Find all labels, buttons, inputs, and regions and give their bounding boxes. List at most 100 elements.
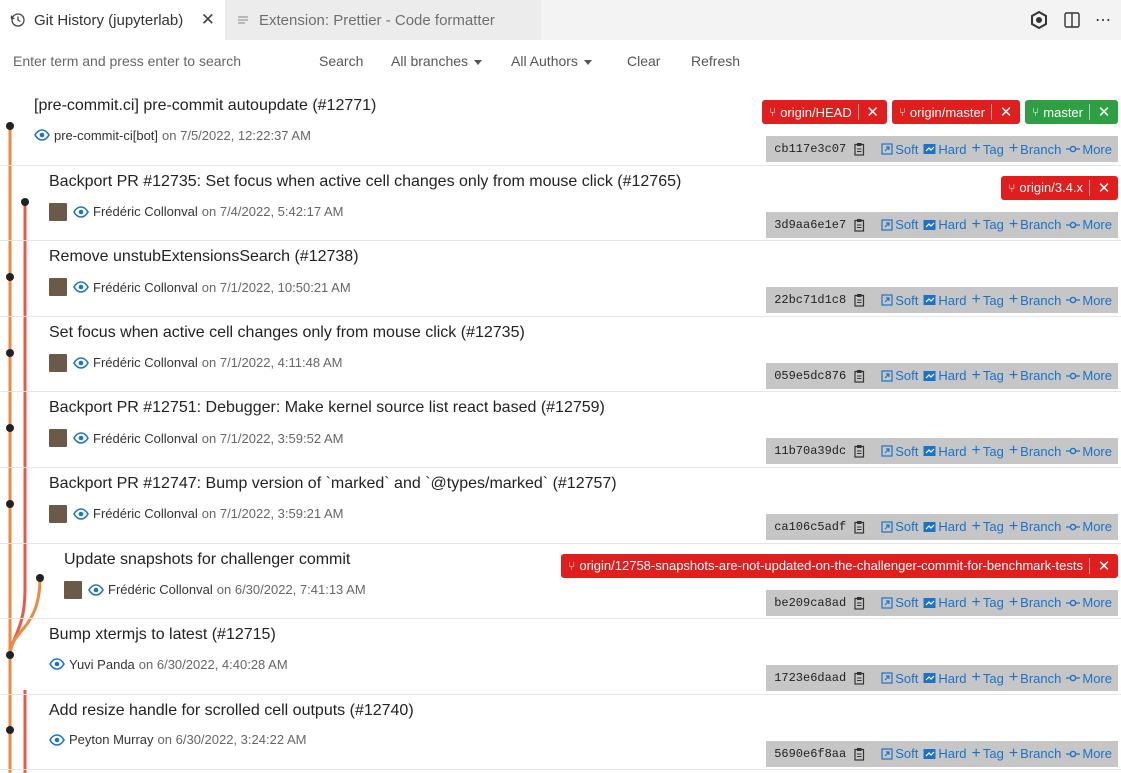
more-actions-icon[interactable]: ⋯ — [1095, 10, 1111, 30]
commit-hash[interactable]: 11b70a39dc — [774, 444, 846, 458]
more-button[interactable]: More — [1066, 746, 1112, 761]
add-tag-button[interactable]: + Tag — [972, 367, 1004, 385]
commit-author[interactable]: Frédéric Collonval — [93, 431, 198, 446]
commit-author[interactable]: Yuvi Panda — [69, 657, 135, 672]
commit-row[interactable]: Set focus when active cell changes only … — [0, 317, 1121, 393]
commit-author[interactable]: Frédéric Collonval — [93, 506, 198, 521]
create-branch-button[interactable]: + Branch — [1009, 518, 1062, 536]
commit-hash[interactable]: 22bc71d1c8 — [774, 293, 846, 307]
more-button[interactable]: More — [1066, 595, 1112, 610]
commit-author[interactable]: Frédéric Collonval — [93, 204, 198, 219]
hard-reset-button[interactable]: Hard — [923, 519, 967, 534]
add-tag-button[interactable]: + Tag — [972, 594, 1004, 612]
eye-icon[interactable] — [34, 127, 50, 143]
soft-reset-button[interactable]: Soft — [881, 519, 918, 534]
more-button[interactable]: More — [1066, 142, 1112, 157]
copy-hash-icon[interactable] — [852, 293, 866, 307]
soft-reset-button[interactable]: Soft — [881, 595, 918, 610]
commit-hash[interactable]: cb117e3c07 — [774, 142, 846, 156]
soft-reset-button[interactable]: Soft — [881, 142, 918, 157]
add-tag-button[interactable]: + Tag — [972, 216, 1004, 234]
hard-reset-button[interactable]: Hard — [923, 671, 967, 686]
commit-hash[interactable]: 5690e6f8aa — [774, 747, 846, 761]
add-tag-button[interactable]: + Tag — [972, 140, 1004, 158]
eye-icon[interactable] — [88, 582, 104, 598]
copy-hash-icon[interactable] — [852, 369, 866, 383]
git-graph-icon[interactable] — [1029, 10, 1049, 30]
eye-icon[interactable] — [73, 204, 89, 220]
copy-hash-icon[interactable] — [852, 596, 866, 610]
search-input[interactable]: Enter term and press enter to search — [13, 53, 241, 69]
clear-button[interactable]: Clear — [627, 53, 660, 69]
soft-reset-button[interactable]: Soft — [881, 293, 918, 308]
branches-dropdown[interactable]: All branches — [391, 53, 483, 69]
soft-reset-button[interactable]: Soft — [881, 217, 918, 232]
delete-branch-icon[interactable]: ✕ — [992, 103, 1020, 121]
create-branch-button[interactable]: + Branch — [1009, 669, 1062, 687]
hard-reset-button[interactable]: Hard — [923, 217, 967, 232]
hard-reset-button[interactable]: Hard — [923, 444, 967, 459]
copy-hash-icon[interactable] — [852, 671, 866, 685]
add-tag-button[interactable]: + Tag — [972, 291, 1004, 309]
copy-hash-icon[interactable] — [852, 142, 866, 156]
create-branch-button[interactable]: + Branch — [1009, 367, 1062, 385]
hard-reset-button[interactable]: Hard — [923, 595, 967, 610]
commit-row[interactable]: Backport PR #12747: Bump version of `mar… — [0, 468, 1121, 544]
hard-reset-button[interactable]: Hard — [923, 746, 967, 761]
tab-git-history[interactable]: Git History (jupyterlab) ✕ — [0, 0, 225, 40]
eye-icon[interactable] — [73, 279, 89, 295]
create-branch-button[interactable]: + Branch — [1009, 594, 1062, 612]
commit-row[interactable]: [pre-commit.ci] pre-commit autoupdate (#… — [0, 90, 1121, 166]
commit-row[interactable]: Add resize handle for scrolled cell outp… — [0, 695, 1121, 771]
commit-hash[interactable]: 1723e6daad — [774, 671, 846, 685]
more-button[interactable]: More — [1066, 444, 1112, 459]
tab-extension-prettier[interactable]: Extension: Prettier - Code formatter — [225, 0, 541, 40]
commit-row[interactable]: Backport PR #12735: Set focus when activ… — [0, 166, 1121, 242]
authors-dropdown[interactable]: All Authors — [511, 53, 592, 69]
split-editor-icon[interactable] — [1063, 11, 1081, 29]
more-button[interactable]: More — [1066, 519, 1112, 534]
copy-hash-icon[interactable] — [852, 520, 866, 534]
more-button[interactable]: More — [1066, 671, 1112, 686]
commit-hash[interactable]: ca106c5adf — [774, 520, 846, 534]
add-tag-button[interactable]: + Tag — [972, 442, 1004, 460]
hard-reset-button[interactable]: Hard — [923, 293, 967, 308]
create-branch-button[interactable]: + Branch — [1009, 216, 1062, 234]
search-button[interactable]: Search — [319, 53, 363, 69]
branch-badge[interactable]: ⑂ origin/master ✕ — [891, 100, 1021, 124]
create-branch-button[interactable]: + Branch — [1009, 442, 1062, 460]
branch-badge[interactable]: ⑂ origin/12758-snapshots-are-not-updated-… — [561, 553, 1118, 578]
delete-branch-icon[interactable]: ✕ — [1090, 103, 1118, 121]
commit-author[interactable]: pre-commit-ci[bot] — [54, 128, 158, 143]
commit-row[interactable]: Remove unstubExtensionsSearch (#12738) Fr… — [0, 241, 1121, 317]
commit-row[interactable]: Update snapshots for challenger commit Fr… — [0, 544, 1121, 620]
eye-icon[interactable] — [73, 506, 89, 522]
soft-reset-button[interactable]: Soft — [881, 444, 918, 459]
hard-reset-button[interactable]: Hard — [923, 142, 967, 157]
hard-reset-button[interactable]: Hard — [923, 368, 967, 383]
branch-badge[interactable]: ⑂ master ✕ — [1025, 100, 1118, 124]
soft-reset-button[interactable]: Soft — [881, 671, 918, 686]
close-icon[interactable]: ✕ — [201, 10, 215, 30]
branch-badge[interactable]: ⑂ origin/3.4.x ✕ — [1001, 175, 1118, 200]
commit-author[interactable]: Frédéric Collonval — [93, 355, 198, 370]
commit-row[interactable]: Bump xtermjs to latest (#12715) Yuvi Pand… — [0, 619, 1121, 695]
delete-branch-icon[interactable]: ✕ — [1090, 557, 1118, 575]
eye-icon[interactable] — [49, 656, 65, 672]
more-button[interactable]: More — [1066, 217, 1112, 232]
branch-badge[interactable]: ⑂ origin/HEAD ✕ — [761, 100, 887, 124]
commit-hash[interactable]: be209ca8ad — [774, 596, 846, 610]
copy-hash-icon[interactable] — [852, 218, 866, 232]
delete-branch-icon[interactable]: ✕ — [859, 103, 887, 121]
eye-icon[interactable] — [49, 732, 65, 748]
copy-hash-icon[interactable] — [852, 444, 866, 458]
add-tag-button[interactable]: + Tag — [972, 669, 1004, 687]
create-branch-button[interactable]: + Branch — [1009, 140, 1062, 158]
commit-author[interactable]: Peyton Murray — [69, 732, 154, 747]
commit-hash[interactable]: 059e5dc876 — [774, 369, 846, 383]
more-button[interactable]: More — [1066, 293, 1112, 308]
add-tag-button[interactable]: + Tag — [972, 745, 1004, 763]
refresh-button[interactable]: Refresh — [691, 53, 740, 69]
soft-reset-button[interactable]: Soft — [881, 746, 918, 761]
eye-icon[interactable] — [73, 355, 89, 371]
